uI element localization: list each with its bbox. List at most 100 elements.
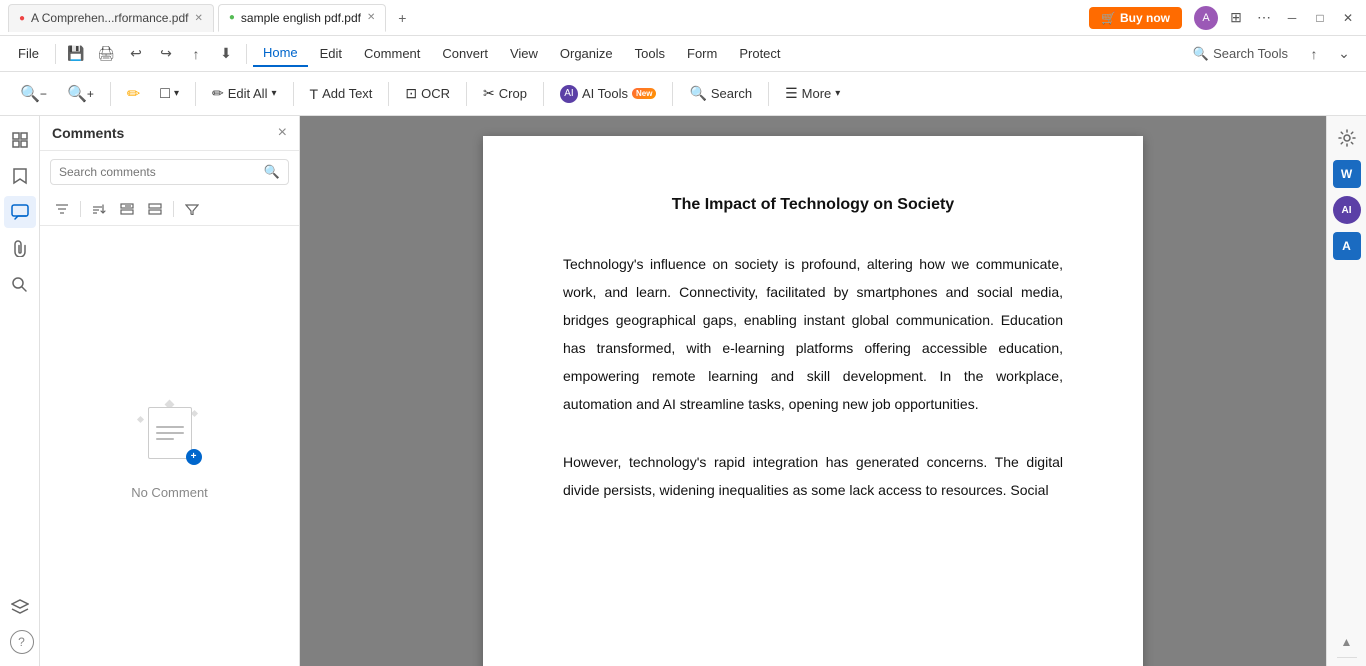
sidebar-attachments-icon[interactable] [4,232,36,264]
toolbar: 🔍 − 🔍 + ✏ □ ▾ ✏ Edit All ▾ T Add Text ⊡ … [0,72,1366,116]
scroll-up-button[interactable]: ▲ [1341,635,1353,649]
edit-all-button[interactable]: ✏ Edit All ▾ [204,80,285,107]
crop-button[interactable]: ✂ Crop [475,80,535,107]
search-tools-label: Search Tools [1213,46,1288,61]
ai-tools-button[interactable]: AI AI Tools New [552,80,664,108]
search-tools-button[interactable]: 🔍 Search Tools [1183,42,1298,66]
toolbar-sep-6 [543,82,544,106]
redo-icon[interactable]: ↪ [152,40,180,68]
menu-separator-2 [246,44,247,64]
ocr-icon: ⊡ [405,85,417,102]
sort-icon[interactable] [50,197,74,221]
expand-icon[interactable] [115,197,139,221]
search-button[interactable]: 🔍 Search [681,80,760,107]
edit-icon: ✏ [212,85,224,102]
search-label: Search [711,86,752,101]
shape-icon: □ [160,85,170,103]
no-comment-illustration: + [130,393,210,473]
add-text-button[interactable]: T Add Text [302,81,381,107]
cart-icon: 🛒 [1101,11,1116,25]
panel-close-button[interactable]: × [278,124,287,142]
sidebar-comments-icon[interactable] [4,196,36,228]
help-button[interactable]: ? [10,630,34,654]
add-comment-badge: + [186,449,202,465]
overflow-icon[interactable]: ⋯ [1254,8,1274,28]
menu-comment[interactable]: Comment [354,41,430,66]
print-icon[interactable]: 🖨 [92,40,120,68]
pdf-title: The Impact of Technology on Society [563,196,1063,214]
shape-dropdown-icon: ▾ [174,88,179,99]
doc-icon [148,407,192,459]
toolbar-sep-1 [110,82,111,106]
ocr-button[interactable]: ⊡ OCR [397,80,458,107]
translate-icon[interactable]: A [1333,232,1361,260]
pdf-paragraph-1: Technology's influence on society is pro… [563,250,1063,418]
menu-home[interactable]: Home [253,40,308,67]
pdf-viewer[interactable]: The Impact of Technology on Society Tech… [300,116,1326,666]
tab-1-close[interactable]: ✕ [194,13,202,24]
upload-icon[interactable]: ↑ [1300,40,1328,68]
add-tab-button[interactable]: + [390,6,414,30]
file-menu[interactable]: File [8,42,49,65]
highlight-button[interactable]: ✏ [119,79,148,109]
main-layout: ? Comments × 🔍 [0,116,1366,666]
user-avatar[interactable]: A [1194,6,1218,30]
maximize-button[interactable]: □ [1310,8,1330,28]
tab-2-close[interactable]: ✕ [367,12,375,23]
zoom-in-button[interactable]: 🔍 + [59,79,102,109]
toolbar-sep-4 [388,82,389,106]
more-lines-icon: ☰ [785,85,798,102]
menu-view[interactable]: View [500,41,548,66]
buy-now-button[interactable]: 🛒 Buy now [1089,7,1182,29]
download-icon[interactable]: ⬇ [212,40,240,68]
right-sidebar: W AI A ▲ [1326,116,1366,666]
panel-toolbar [40,193,299,226]
title-bar: ● A Comprehen...rformance.pdf ✕ ● sample… [0,0,1366,36]
sidebar-bookmark-icon[interactable] [4,160,36,192]
comment-search-icon[interactable]: 🔍 [264,164,280,180]
tab-2-label: sample english pdf.pdf [241,11,361,25]
sidebar-pages-icon[interactable] [4,124,36,156]
panel-sep-2 [173,201,174,217]
panel-header: Comments × [40,116,299,151]
comments-panel: Comments × 🔍 [40,116,300,666]
collapse-panel-icon[interactable] [143,197,167,221]
comment-search-input[interactable] [59,165,260,179]
minimize-button[interactable]: ─ [1282,8,1302,28]
zoom-out-button[interactable]: 🔍 − [12,79,55,109]
menu-organize[interactable]: Organize [550,41,623,66]
add-text-icon: T [310,86,319,102]
share-icon[interactable]: ↑ [182,40,210,68]
right-settings-icon[interactable] [1333,124,1361,152]
more-button[interactable]: ☰ More ▾ [777,80,848,107]
shape-button[interactable]: □ ▾ [152,80,187,108]
collapse-icon[interactable]: ⌄ [1330,40,1358,68]
filter-icon[interactable] [180,197,204,221]
close-button[interactable]: ✕ [1338,8,1358,28]
toolbar-sep-5 [466,82,467,106]
title-bar-icons: A ⊞ ⋯ ─ □ ✕ [1194,6,1358,30]
menu-protect[interactable]: Protect [729,41,790,66]
tab-1[interactable]: ● A Comprehen...rformance.pdf ✕ [8,4,214,32]
grid-icon[interactable]: ⊞ [1226,8,1246,28]
edit-all-label: Edit All [228,86,268,101]
sidebar-layers-icon[interactable] [4,590,36,622]
menu-form[interactable]: Form [677,41,727,66]
word-icon[interactable]: W [1333,160,1361,188]
sidebar-search-icon[interactable] [4,268,36,300]
no-comment-label: No Comment [131,485,208,500]
menu-tools[interactable]: Tools [625,41,675,66]
undo-icon[interactable]: ↩ [122,40,150,68]
ai-icon: AI [560,85,578,103]
comment-search-bar: 🔍 [50,159,289,185]
menu-convert[interactable]: Convert [432,41,498,66]
edit-all-dropdown-icon: ▾ [271,88,276,99]
ocr-label: OCR [421,86,450,101]
sort-asc-icon[interactable] [87,197,111,221]
tab-2[interactable]: ● sample english pdf.pdf ✕ [218,4,387,32]
ai-assistant-icon[interactable]: AI [1333,196,1361,224]
save-icon[interactable]: 💾 [62,40,90,68]
menu-edit[interactable]: Edit [310,41,352,66]
crop-label: Crop [499,86,527,101]
scroll-indicator [1337,657,1357,658]
